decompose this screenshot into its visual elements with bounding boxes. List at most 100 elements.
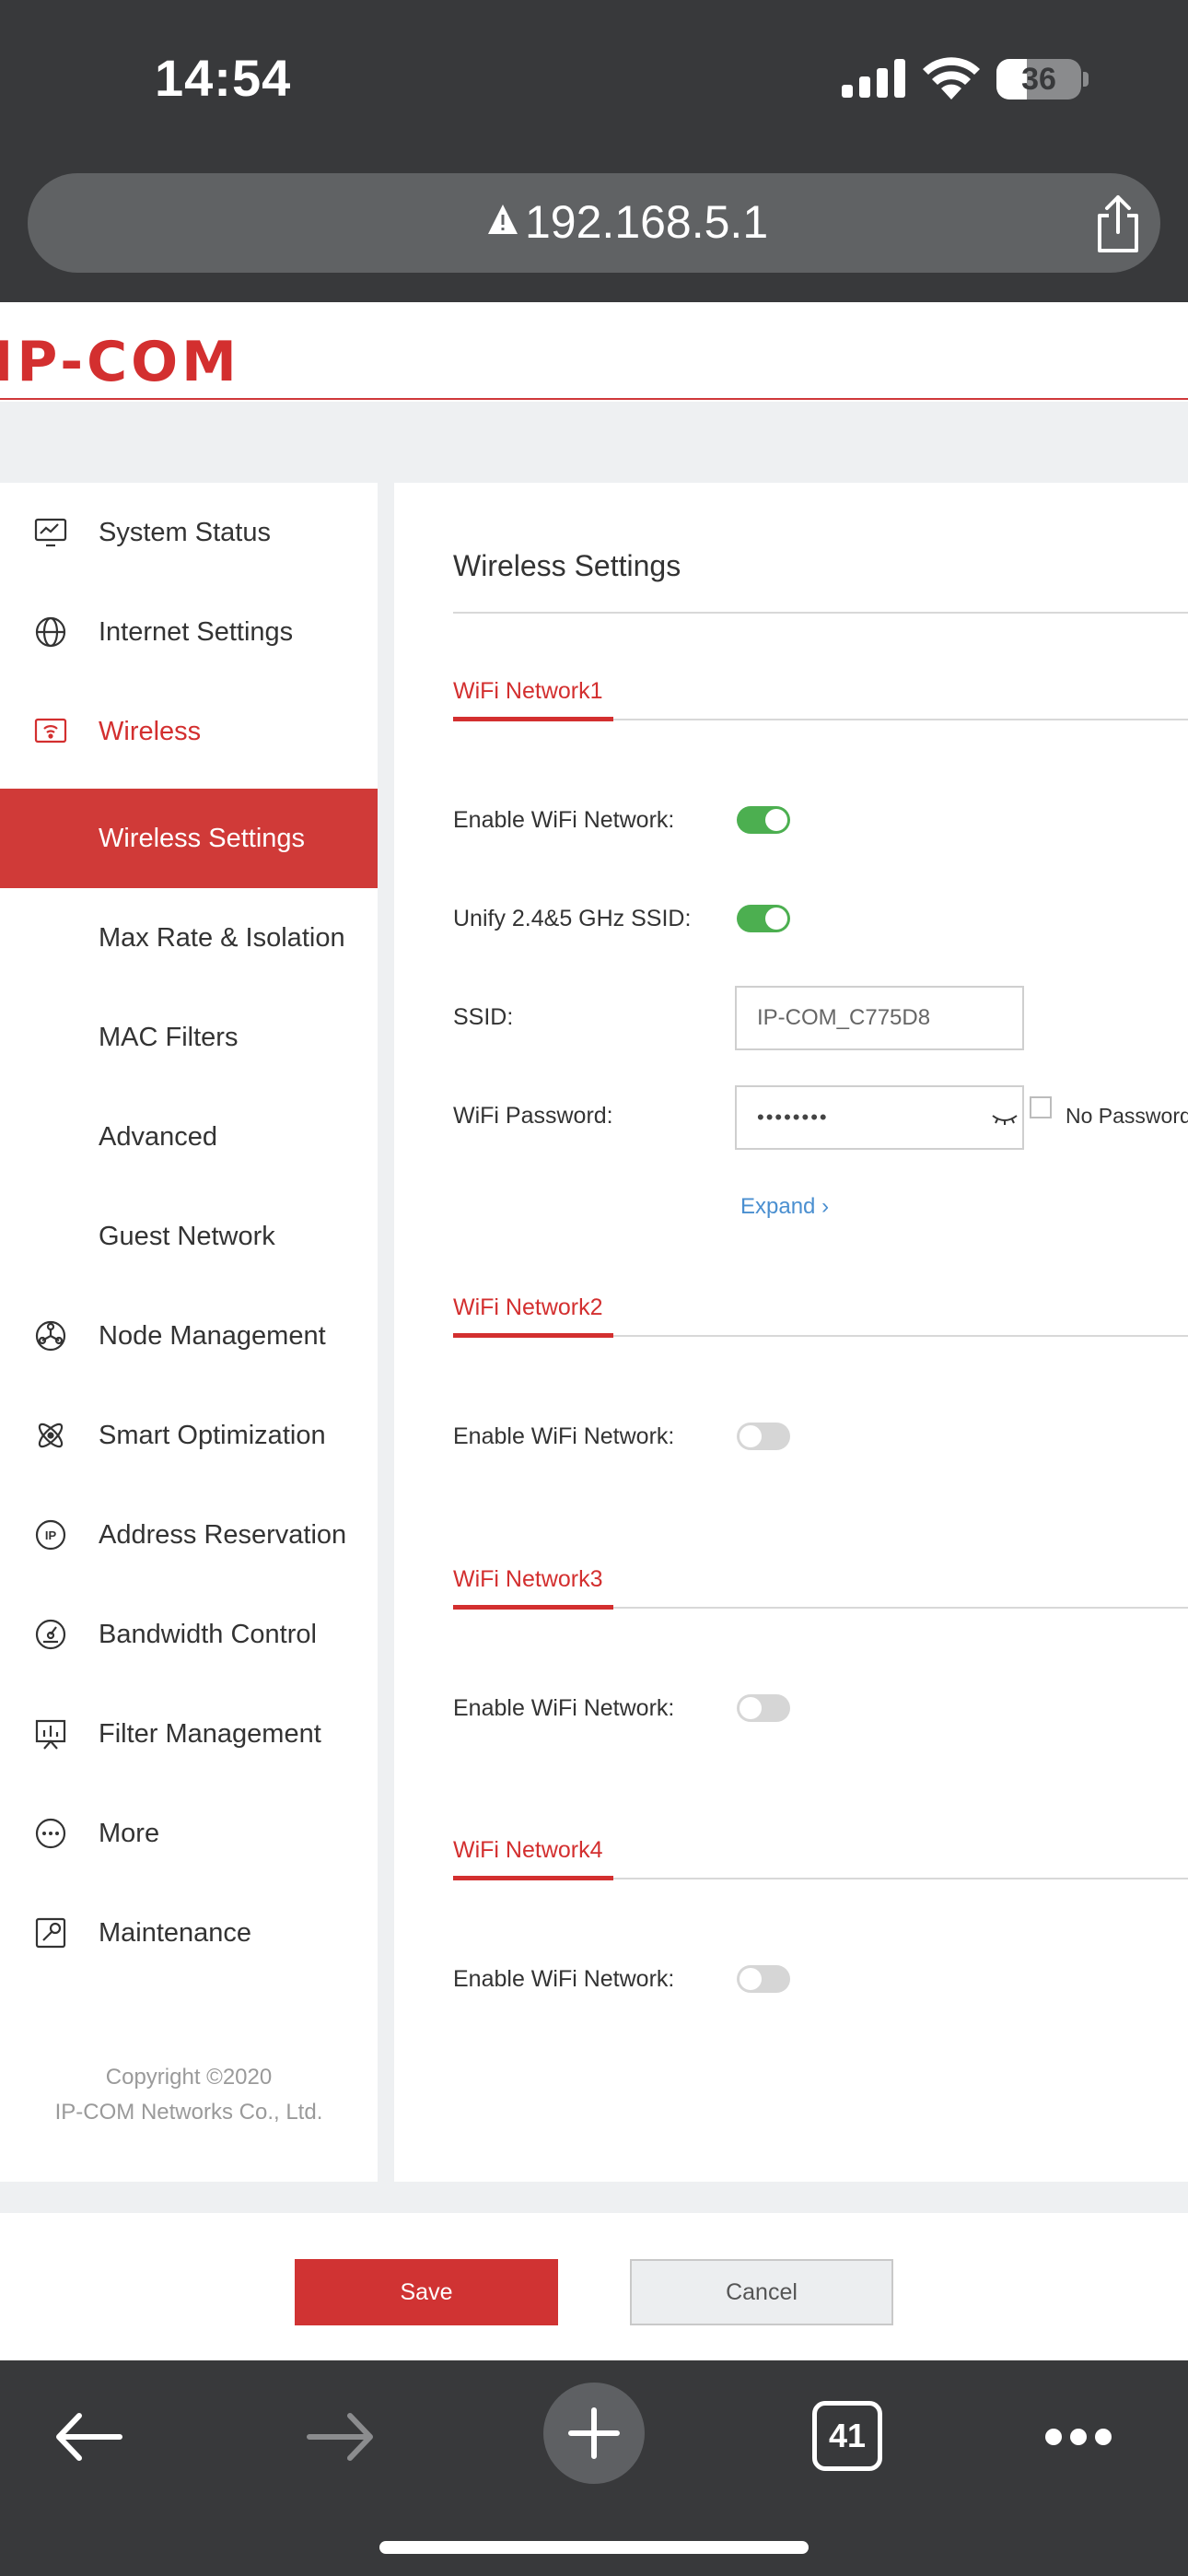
sidebar-item-internet-settings[interactable]: Internet Settings [0, 582, 378, 682]
no-password-label: No Password [1066, 1104, 1188, 1128]
sidebar-item-smart-optimization[interactable]: Smart Optimization [0, 1386, 378, 1485]
eye-closed-icon[interactable] [991, 1111, 1019, 1128]
wireless-router-icon [34, 718, 67, 744]
gauge-icon [35, 1619, 66, 1650]
page-title: Wireless Settings [453, 549, 681, 582]
section-divider [453, 1876, 1188, 1880]
address-bar[interactable]: 192.168.5.1 [28, 173, 1160, 273]
sidebar-item-label: Wireless [99, 716, 202, 746]
sidebar-item-label: Smart Optimization [99, 1420, 326, 1450]
copyright-company: IP-COM Networks Co., Ltd. [54, 2100, 323, 2125]
sidebar-item-advanced[interactable]: Advanced [0, 1087, 378, 1187]
sidebar-item-label: Maintenance [99, 1917, 252, 1948]
sidebar-item-label: Advanced [99, 1121, 217, 1152]
tab-wifi-network1[interactable]: WiFi Network1 [453, 678, 603, 705]
node-network-icon [35, 1320, 66, 1352]
more-dots-icon[interactable] [1044, 2427, 1112, 2447]
sidebar-item-label: Max Rate & Isolation [99, 922, 345, 953]
sidebar-item-system-status[interactable]: System Status [0, 483, 378, 582]
cancel-button[interactable]: Cancel [630, 2259, 893, 2325]
unify-ssid-toggle[interactable] [737, 905, 790, 932]
tab-wifi-network2[interactable]: WiFi Network2 [453, 1294, 603, 1321]
sidebar-divider [378, 483, 394, 2182]
password-value: •••••••• [757, 1106, 829, 1129]
monitor-chart-icon [34, 518, 67, 547]
sidebar-item-label: Node Management [99, 1320, 326, 1351]
svg-text:IP: IP [45, 1528, 57, 1542]
sidebar-item-bandwidth-control[interactable]: Bandwidth Control [0, 1585, 378, 1684]
sidebar-item-address-reservation[interactable]: IP Address Reservation [0, 1485, 378, 1585]
presentation-board-icon [35, 1719, 66, 1750]
sidebar-item-maintenance[interactable]: Maintenance [0, 1883, 378, 1983]
section-divider [453, 1605, 1188, 1610]
sidebar-item-label: Address Reservation [99, 1519, 347, 1550]
ssid-label: SSID: [453, 1004, 514, 1030]
ip-com-logo: IP-COM [0, 330, 240, 394]
chevron-right-icon: › [821, 1194, 830, 1219]
enable-wifi-toggle[interactable] [737, 1423, 790, 1450]
sidebar-item-guest-network[interactable]: Guest Network [0, 1187, 378, 1286]
warning-icon [488, 205, 518, 234]
wifi-signal-icon [923, 57, 980, 100]
sidebar-item-label: Internet Settings [99, 616, 294, 647]
sidebar-item-label: More [99, 1818, 160, 1848]
sidebar-item-label: Wireless Settings [99, 823, 306, 853]
tab-count-button[interactable]: 41 [812, 2401, 882, 2471]
wifi-password-input[interactable]: •••••••• [735, 1085, 1024, 1150]
sidebar-item-wireless[interactable]: Wireless [0, 682, 378, 781]
browser-top-chrome: 14:54 36 192.168.5.1 [0, 0, 1188, 302]
more-circle-icon [35, 1818, 66, 1849]
sidebar-item-label: Guest Network [99, 1221, 275, 1251]
home-indicator [379, 2541, 809, 2554]
enable-wifi-label: Enable WiFi Network: [453, 1695, 675, 1721]
header-spacer [0, 402, 1188, 483]
ip-circle-icon: IP [35, 1519, 66, 1551]
share-icon[interactable] [1092, 193, 1144, 254]
expand-link[interactable]: Expand › [740, 1194, 829, 1220]
content-footer-spacer [0, 2182, 1188, 2213]
enable-wifi-toggle[interactable] [737, 1694, 790, 1722]
sidebar-item-max-rate-isolation[interactable]: Max Rate & Isolation [0, 888, 378, 988]
battery-icon: 36 [996, 59, 1089, 100]
sidebar-item-label: System Status [99, 517, 271, 547]
sidebar-item-mac-filters[interactable]: MAC Filters [0, 988, 378, 1087]
wrench-box-icon [35, 1917, 66, 1949]
section-divider [453, 1333, 1188, 1338]
atom-icon [38, 1423, 64, 1448]
sidebar-item-label: Bandwidth Control [99, 1619, 317, 1649]
sidebar-item-label: MAC Filters [99, 1022, 239, 1052]
enable-wifi-toggle[interactable] [737, 806, 790, 834]
sidebar-item-label: Filter Management [99, 1718, 321, 1749]
tab-wifi-network4[interactable]: WiFi Network4 [453, 1837, 603, 1864]
wifi-password-label: WiFi Password: [453, 1103, 613, 1129]
url-text: 192.168.5.1 [525, 196, 769, 248]
globe-icon [35, 616, 66, 648]
back-arrow-icon[interactable] [53, 2412, 123, 2462]
sidebar: System Status Internet Settings Wireless… [0, 483, 378, 2182]
ssid-input[interactable]: IP-COM_C775D8 [735, 986, 1024, 1050]
no-password-checkbox[interactable] [1030, 1096, 1052, 1118]
router-header: IP-COM [0, 302, 1188, 400]
expand-label: Expand [740, 1194, 816, 1219]
sidebar-item-wireless-settings[interactable]: Wireless Settings [0, 789, 378, 888]
unify-ssid-label: Unify 2.4&5 GHz SSID: [453, 906, 692, 931]
enable-wifi-label: Enable WiFi Network: [453, 1423, 675, 1449]
sidebar-item-more[interactable]: More [0, 1784, 378, 1883]
enable-wifi-toggle[interactable] [737, 1965, 790, 1993]
plus-icon [568, 2407, 620, 2459]
copyright-line: Copyright ©2020 [105, 2065, 273, 2090]
title-divider [453, 612, 1188, 614]
battery-level: 36 [1021, 62, 1056, 97]
save-button[interactable]: Save [295, 2259, 558, 2325]
sidebar-item-filter-management[interactable]: Filter Management [0, 1684, 378, 1784]
sidebar-item-node-management[interactable]: Node Management [0, 1286, 378, 1386]
status-time: 14:54 [155, 49, 292, 107]
cellular-signal-icon [842, 59, 905, 98]
tab-wifi-network3[interactable]: WiFi Network3 [453, 1566, 603, 1593]
enable-wifi-label: Enable WiFi Network: [453, 1966, 675, 1992]
section-divider [453, 717, 1188, 721]
new-tab-button[interactable] [543, 2383, 645, 2484]
main-content: Wireless Settings WiFi Network1 Enable W… [394, 483, 1188, 2182]
enable-wifi-label: Enable WiFi Network: [453, 807, 675, 833]
forward-arrow-icon[interactable] [306, 2412, 376, 2462]
